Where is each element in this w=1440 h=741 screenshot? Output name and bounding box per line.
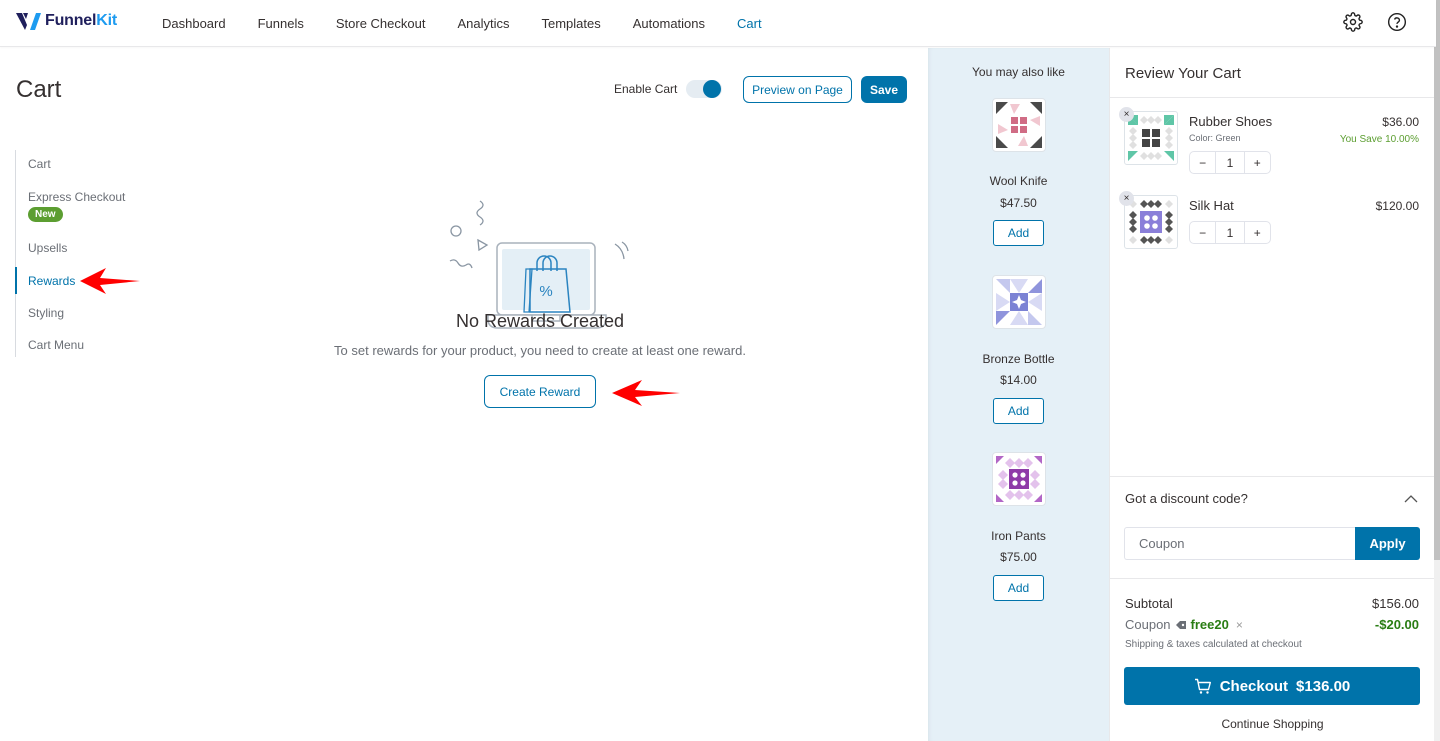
discount-section-title[interactable]: Got a discount code? [1125,491,1248,506]
silk-hat-image-icon [1129,200,1173,244]
gear-icon[interactable] [1342,11,1364,33]
bronze-bottle-image-icon [996,279,1042,325]
divider [1110,97,1435,98]
checkout-label: Checkout [1219,677,1289,695]
coupon-discount-value: -$20.00 [1374,617,1419,632]
apply-coupon-button[interactable]: Apply [1355,527,1420,560]
qty-increase-button[interactable]: + [1245,222,1270,243]
main-nav: Dashboard Funnels Store Checkout Analyti… [162,0,794,46]
save-button[interactable]: Save [861,76,907,103]
cart-title: Review Your Cart [1125,65,1241,82]
nav-cart[interactable]: Cart [737,16,762,31]
funnelkit-logo[interactable]: FunnelKit [16,11,117,31]
applied-coupon-row: Coupon free20 × [1125,617,1243,632]
continue-shopping-link[interactable]: Continue Shopping [1110,717,1435,731]
page-title: Cart [16,76,62,103]
nav-dashboard[interactable]: Dashboard [162,16,226,31]
sidenav-item-rewards[interactable]: Rewards [28,274,75,288]
empty-state-description: To set rewards for your product, you nee… [334,343,746,358]
sidenav-item-upsells[interactable]: Upsells [28,241,67,255]
divider [1110,476,1435,477]
remove-item-button[interactable]: × [1119,107,1134,122]
page-scrollbar[interactable] [1434,0,1440,741]
cart-item-price: $120.00 [1375,199,1419,213]
coupon-label: Coupon [1125,617,1171,632]
nav-automations[interactable]: Automations [633,16,705,31]
product-thumbnail [992,275,1046,329]
subtotal-label: Subtotal [1125,596,1173,611]
sidenav-item-express-checkout[interactable]: Express Checkout [28,190,125,204]
annotation-arrow-icon [80,268,140,294]
upsell-product-name: Bronze Bottle [982,352,1055,366]
cart-preview-panel: Review Your Cart × Rubber Shoes Color: G… [1109,48,1435,741]
preview-on-page-button[interactable]: Preview on Page [743,76,852,103]
nav-templates[interactable]: Templates [542,16,601,31]
divider [1110,578,1435,579]
enable-cart-label: Enable Cart [614,82,678,96]
annotation-arrow-icon [612,380,680,406]
iron-pants-image-icon [996,456,1042,502]
qty-decrease-button[interactable]: − [1190,222,1215,243]
coupon-input[interactable] [1124,527,1356,560]
create-reward-button[interactable]: Create Reward [484,375,596,408]
nav-funnels[interactable]: Funnels [258,16,304,31]
qty-value[interactable]: 1 [1215,222,1245,243]
svg-text:%: % [539,283,552,300]
remove-coupon-button[interactable]: × [1236,618,1243,632]
main-content: Cart Enable Cart Preview on Page Save Ca… [0,48,928,741]
empty-state-title: No Rewards Created [455,311,625,331]
rubber-shoes-image-icon [1128,115,1174,161]
wool-knife-image-icon [996,102,1042,148]
coupon-code: free20 [1190,617,1229,632]
tag-icon [1175,620,1186,629]
funnelkit-logo-icon [16,13,41,30]
brand-name: FunnelKit [45,12,117,29]
checkout-button[interactable]: Checkout $136.00 [1124,667,1420,705]
top-navigation-bar: FunnelKit Dashboard Funnels Store Checko… [0,0,1436,47]
toggle-knob [703,80,721,98]
upsell-title: You may also like [972,65,1065,79]
upsell-product-price: $14.00 [1000,373,1037,387]
product-thumbnail [992,452,1046,506]
upsell-add-button[interactable]: Add [993,575,1044,601]
cart-icon [1194,678,1211,694]
enable-cart-toggle[interactable] [686,80,722,98]
product-thumbnail [992,98,1046,152]
cart-item-price: $36.00 [1382,115,1419,129]
qty-decrease-button[interactable]: − [1190,152,1215,173]
sidenav-item-cart[interactable]: Cart [28,157,51,171]
cart-item-variant: Color: Green [1189,133,1241,143]
cart-item-savings: You Save 10.00% [1339,134,1419,145]
subtotal-value: $156.00 [1372,596,1419,611]
quantity-stepper: − 1 + [1189,151,1271,174]
quantity-stepper: − 1 + [1189,221,1271,244]
upsell-add-button[interactable]: Add [993,220,1044,246]
cart-item-name: Silk Hat [1189,198,1234,213]
new-badge: New [28,207,63,222]
upsell-product-name: Iron Pants [991,529,1046,543]
upsell-panel: You may also like Wool Knife $47.50 Add … [928,48,1109,741]
upsell-product-price: $75.00 [1000,550,1037,564]
checkout-total: $136.00 [1296,677,1351,695]
upsell-product-name: Wool Knife [989,174,1048,188]
shipping-note: Shipping & taxes calculated at checkout [1125,639,1302,650]
upsell-add-button[interactable]: Add [993,398,1044,424]
help-circle-icon[interactable] [1386,11,1408,33]
upsell-product-price: $47.50 [1000,196,1037,210]
nav-analytics[interactable]: Analytics [457,16,509,31]
remove-item-button[interactable]: × [1119,191,1134,206]
active-indicator [15,267,17,294]
chevron-up-icon[interactable] [1404,491,1418,509]
nav-store-checkout[interactable]: Store Checkout [336,16,426,31]
scrollbar-thumb[interactable] [1434,0,1440,560]
qty-value[interactable]: 1 [1215,152,1245,173]
cart-item-name: Rubber Shoes [1189,114,1273,129]
qty-increase-button[interactable]: + [1245,152,1270,173]
